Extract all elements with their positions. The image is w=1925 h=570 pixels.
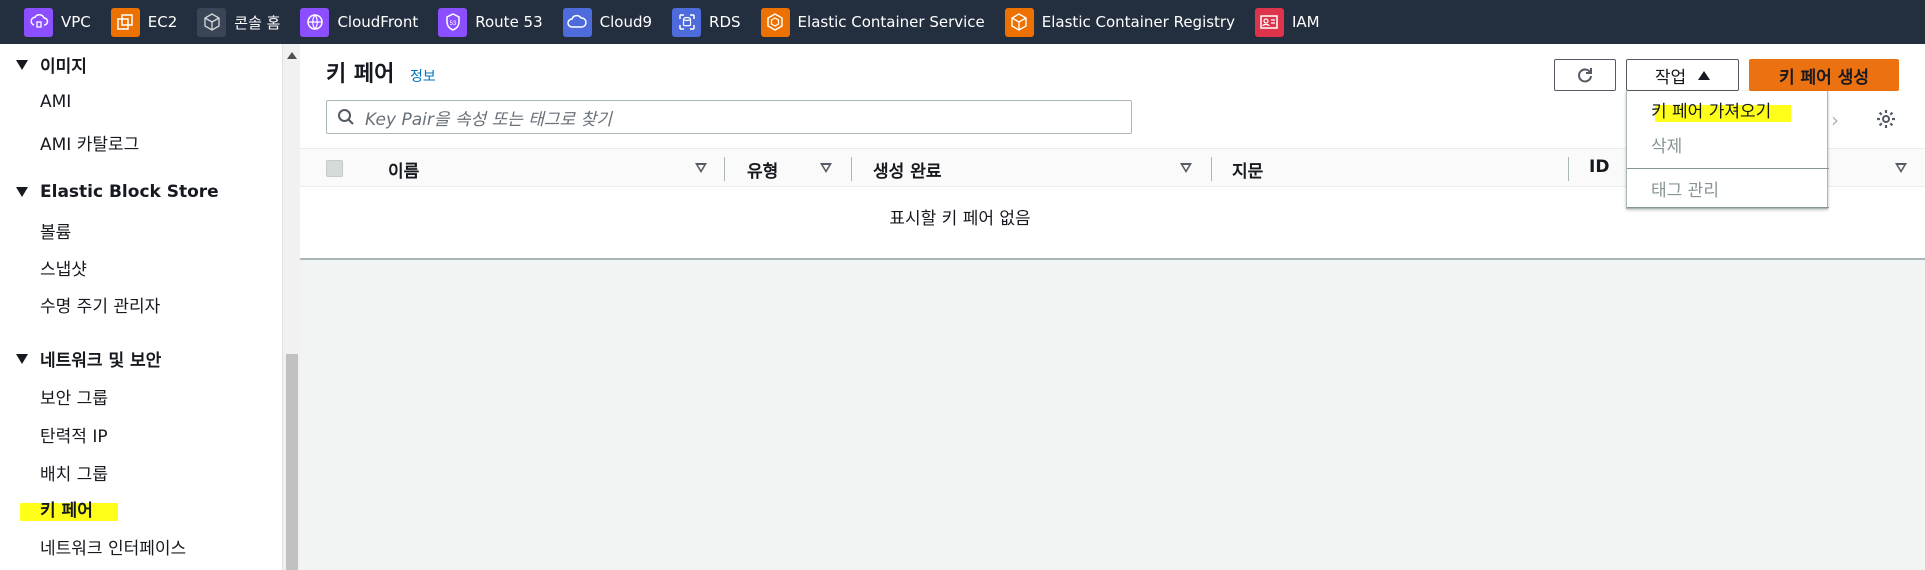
sidebar-item-placement-groups[interactable]: 배치 그룹 [40,460,108,485]
sort-icon[interactable] [1895,163,1907,173]
menu-item-manage-tags[interactable]: 태그 관리 [1651,176,1719,201]
fav-iam[interactable]: IAM [1254,0,1320,44]
search-input[interactable]: Key Pair을 속성 또는 태그로 찾기 [326,100,1132,134]
sidebar-item-elastic-ip[interactable]: 탄력적 IP [40,422,108,447]
vpc-icon [24,7,53,37]
cloud9-icon [562,7,592,37]
fav-label: Cloud9 [599,13,653,31]
fav-cloud9[interactable]: Cloud9 [562,0,653,44]
sidebar-item-snapshots[interactable]: 스냅샷 [40,255,87,280]
column-id[interactable]: ID [1589,157,1609,177]
fav-label: IAM [1291,13,1320,31]
fav-label: Elastic Container Registry [1041,13,1235,31]
menu-item-delete[interactable]: 삭제 [1651,132,1682,157]
create-key-pair-button[interactable]: 키 페어 생성 [1749,59,1899,91]
fav-label: EC2 [147,13,178,31]
sort-icon[interactable] [820,163,832,173]
column-separator [1568,157,1569,181]
column-separator [724,157,725,181]
fav-vpc[interactable]: VPC [24,0,91,44]
iam-icon [1254,7,1284,37]
column-fingerprint[interactable]: 지문 [1232,157,1263,182]
select-all-checkbox[interactable] [326,160,343,177]
column-name[interactable]: 이름 [388,157,419,182]
scroll-up-arrow-icon[interactable] [287,52,297,59]
sidebar-scrollbar[interactable] [282,44,300,570]
empty-state-message: 표시할 키 페어 없음 [889,209,1031,229]
fav-ec2[interactable]: EC2 [110,0,178,44]
sidebar-item-ami-catalog[interactable]: AMI 카탈로그 [40,130,139,155]
refresh-icon [1578,68,1592,83]
actions-button[interactable]: 작업 [1626,59,1739,91]
sidebar-item-network-interfaces[interactable]: 네트워크 인터페이스 [40,534,186,559]
page-title: 키 페어 [326,62,395,87]
favorites-bar: VPC EC2 콘솔 홈 CloudFront 53 Route 53 Clou… [0,0,1925,44]
refresh-button[interactable] [1554,59,1616,91]
column-type[interactable]: 유형 [747,157,778,182]
sidebar-section-images[interactable]: 이미지 [16,52,87,77]
route53-icon: 53 [438,7,468,37]
chevron-right-icon[interactable]: › [1831,108,1839,132]
fav-label: RDS [709,13,741,31]
search-placeholder: Key Pair을 속성 또는 태그로 찾기 [365,109,612,130]
info-link[interactable]: 정보 [410,66,436,86]
sidebar-item-lifecycle-manager[interactable]: 수명 주기 관리자 [40,292,160,317]
svg-text:53: 53 [449,21,456,27]
caret-down-icon [16,353,28,364]
sidebar-nav: 이미지 AMI AMI 카탈로그 Elastic Block Store 볼륨 … [0,44,282,570]
fav-cloudfront[interactable]: CloudFront [300,0,418,44]
fav-label: VPC [61,13,91,31]
ecr-icon [1004,7,1034,37]
fav-label: CloudFront [337,13,419,31]
fav-ecs[interactable]: Elastic Container Service [760,0,985,44]
column-separator [851,157,852,181]
caret-down-icon [16,187,28,197]
sort-icon[interactable] [695,163,707,173]
main-content: 키 페어 정보 작업 키 페어 생성 Key Pair을 속성 또는 태그로 찾… [300,44,1925,570]
fav-label: Elastic Container Service [797,13,985,31]
fav-label: 콘솔 홈 [234,13,281,32]
column-separator [1211,157,1212,181]
gear-icon[interactable] [1875,108,1897,130]
cube-icon [197,7,227,37]
cloudfront-icon [300,7,330,37]
fav-rds[interactable]: RDS [672,0,741,44]
menu-item-import-key-pair[interactable]: 키 페어 가져오기 [1651,97,1771,122]
column-created[interactable]: 생성 완료 [873,157,941,182]
ec2-icon [110,7,140,37]
sidebar-section-ebs[interactable]: Elastic Block Store [16,182,219,202]
rds-icon [672,7,702,37]
sort-icon[interactable] [1180,163,1192,173]
fav-console-home[interactable]: 콘솔 홈 [197,0,280,44]
sidebar-item-ami[interactable]: AMI [40,92,71,112]
caret-down-icon [16,59,28,70]
actions-dropdown-menu: 키 페어 가져오기 삭제 태그 관리 [1626,91,1829,209]
caret-up-icon [1698,70,1711,80]
sidebar-item-security-groups[interactable]: 보안 그룹 [40,384,108,409]
sidebar-item-volumes[interactable]: 볼륨 [40,218,71,243]
fav-ecr[interactable]: Elastic Container Registry [1004,0,1235,44]
sidebar-section-network-security[interactable]: 네트워크 및 보안 [16,346,161,371]
scrollbar-thumb[interactable] [286,354,298,570]
fav-label: Route 53 [475,13,543,31]
sidebar-item-key-pairs[interactable]: 키 페어 [40,496,93,521]
search-icon [338,109,354,125]
ecs-icon [760,7,790,37]
fav-route53[interactable]: 53 Route 53 [438,0,543,44]
